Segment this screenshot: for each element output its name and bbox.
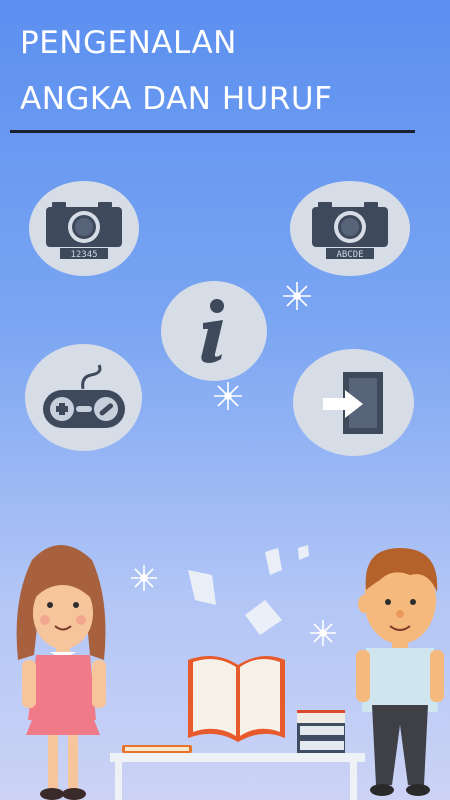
girl-illustration	[16, 545, 106, 800]
sparkle-icon	[131, 282, 336, 646]
decorative-illustration	[16, 282, 444, 800]
boy-illustration	[356, 548, 444, 796]
